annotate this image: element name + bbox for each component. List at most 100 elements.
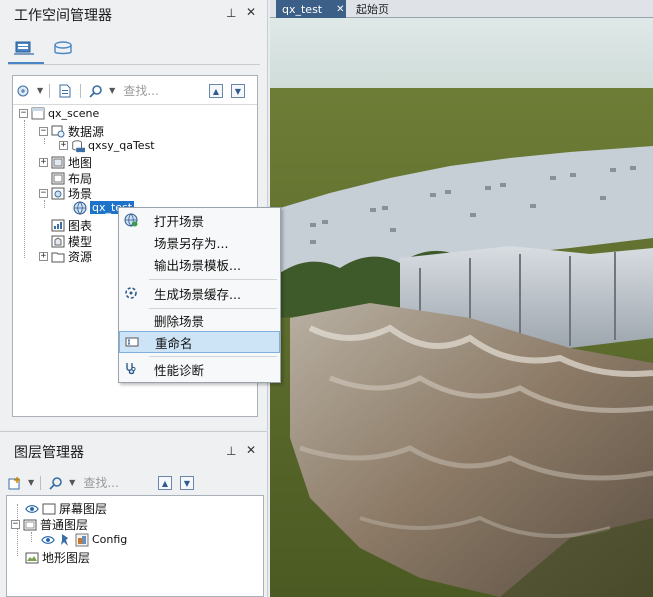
layer-node-screen[interactable]: 屏幕图层	[25, 500, 107, 517]
terrain-layer-icon	[25, 551, 39, 564]
visibility-eye-icon[interactable]	[41, 533, 55, 546]
move-up-button[interactable]: ▲	[209, 84, 223, 98]
menu-label: 性能诊断	[154, 362, 205, 378]
layer-label-terrain: 地形图层	[42, 551, 91, 565]
tree-node-charts[interactable]: 图表	[51, 217, 92, 234]
layer-node-config[interactable]: Config	[41, 533, 127, 546]
collapse-toggle[interactable]: −	[11, 520, 20, 529]
model-layer-icon	[75, 533, 89, 546]
menu-label: 输出场景模板...	[154, 257, 241, 273]
normal-layer-icon	[23, 518, 37, 531]
add-layer-icon[interactable]	[6, 475, 24, 491]
visibility-eye-icon[interactable]	[25, 502, 39, 515]
collapse-toggle[interactable]: −	[19, 109, 28, 118]
toolbar-separator	[40, 475, 42, 490]
collapse-toggle[interactable]: −	[39, 127, 48, 136]
tab-label: 起始页	[356, 3, 389, 16]
document-icon[interactable]	[56, 83, 74, 99]
model-icon	[51, 235, 65, 248]
move-down-button[interactable]: ▼	[180, 476, 194, 490]
move-down-button[interactable]: ▼	[231, 84, 245, 98]
search-icon[interactable]	[47, 475, 65, 491]
add-icon[interactable]	[15, 83, 33, 99]
panel-divider	[8, 64, 260, 65]
collapse-toggle[interactable]: −	[39, 189, 48, 198]
close-panel-button[interactable]: ✕	[246, 5, 256, 19]
layer-search-input[interactable]: 查找...	[83, 474, 118, 491]
tree-label-scenes: 场景	[68, 187, 93, 201]
menu-separator	[149, 279, 277, 280]
tree-line	[24, 120, 25, 258]
udb-database-icon	[71, 139, 85, 152]
layer-tree-box: 屏幕图层 − 普通图层 Config 地形图层	[6, 495, 264, 597]
pin-icon[interactable]: ⊥	[226, 444, 236, 458]
layer-label-config: Config	[92, 533, 128, 546]
tree-line	[31, 532, 32, 542]
menu-label: 打开场景	[154, 213, 205, 229]
chart-icon	[51, 219, 65, 232]
chevron-down-icon[interactable]: ▼	[28, 478, 34, 487]
layer-panel-title: 图层管理器	[14, 445, 84, 461]
sky	[270, 18, 653, 88]
menu-item-performance-diagnosis[interactable]: 性能诊断	[119, 358, 280, 380]
toolbar-separator	[49, 83, 51, 98]
tree-label-maps: 地图	[68, 156, 93, 170]
tree-label-datasources: 数据源	[68, 125, 105, 139]
workspace-search-input[interactable]: 查找...	[123, 82, 158, 99]
globe-open-icon	[123, 212, 139, 228]
expand-toggle[interactable]: +	[59, 141, 68, 150]
menu-item-generate-cache[interactable]: 生成场景缓存...	[119, 282, 280, 304]
menu-item-save-scene-as[interactable]: 场景另存为...	[119, 231, 280, 253]
menu-label: 重命名	[155, 335, 193, 351]
layer-node-terrain[interactable]: 地形图层	[25, 549, 90, 566]
stethoscope-icon	[123, 361, 139, 377]
scene-render[interactable]	[270, 18, 653, 597]
chevron-down-icon[interactable]: ▼	[69, 478, 75, 487]
tree-label-datasource-item: qxsy_qaTest	[88, 139, 155, 152]
search-icon[interactable]	[87, 83, 105, 99]
tab-close-icon[interactable]: ✕	[336, 4, 344, 15]
layer-manager-panel: 图层管理器 ⊥ ✕ ▼ ▼ 查找... ▲ ▼ 屏幕图层 − 普通图层 Conf…	[0, 431, 268, 597]
menu-item-delete-scene[interactable]: 删除场景	[119, 309, 280, 331]
tree-node-maps[interactable]: + 地图	[39, 154, 92, 171]
tree-label-resources: 资源	[68, 250, 93, 264]
tree-node-root[interactable]: − qx_scene	[19, 107, 99, 120]
globe-icon	[73, 201, 87, 214]
workspace-panel-title: 工作空间管理器	[14, 8, 112, 24]
tab-label: qx_test	[282, 2, 323, 16]
menu-item-rename[interactable]: 重命名	[119, 331, 280, 353]
expand-toggle[interactable]: +	[39, 158, 48, 167]
menu-item-open-scene[interactable]: 打开场景	[119, 209, 280, 231]
layer-toolbar: ▼ ▼ 查找...	[6, 474, 119, 491]
tab-start-page[interactable]: 起始页	[350, 0, 395, 18]
move-up-button[interactable]: ▲	[158, 476, 172, 490]
datasource-icon	[51, 125, 65, 138]
pin-marker-icon[interactable]	[58, 533, 72, 546]
expand-toggle[interactable]: +	[39, 252, 48, 261]
toolbar-separator	[80, 83, 82, 98]
folder-icon	[51, 250, 65, 263]
tree-node-datasource-item[interactable]: + qxsy_qaTest	[59, 139, 155, 152]
layout-icon	[51, 172, 65, 185]
menu-separator	[149, 356, 277, 357]
panel-top-border	[0, 431, 268, 432]
scene-viewport[interactable]	[270, 18, 653, 597]
menu-item-export-template[interactable]: 输出场景模板...	[119, 253, 280, 275]
tree-node-scenes[interactable]: − 场景	[39, 185, 92, 202]
layer-label-screen: 屏幕图层	[59, 502, 108, 516]
pin-icon[interactable]: ⊥	[226, 6, 236, 20]
rename-icon	[124, 334, 140, 350]
chevron-down-icon[interactable]: ▼	[37, 86, 43, 95]
menu-label: 生成场景缓存...	[154, 286, 241, 302]
map-icon	[51, 156, 65, 169]
tab-qx-test[interactable]: qx_test ✕	[276, 0, 346, 18]
close-panel-button[interactable]: ✕	[246, 443, 256, 457]
cache-icon	[123, 285, 139, 301]
tree-node-datasources[interactable]: − 数据源	[39, 123, 104, 140]
tree-node-resources[interactable]: + 资源	[39, 248, 92, 265]
scene-folder-icon	[51, 187, 65, 200]
chevron-down-icon[interactable]: ▼	[109, 86, 115, 95]
database-icon[interactable]	[52, 40, 74, 58]
workspace-tree-view-icon[interactable]	[14, 40, 34, 58]
layer-node-normal[interactable]: − 普通图层	[11, 516, 88, 533]
